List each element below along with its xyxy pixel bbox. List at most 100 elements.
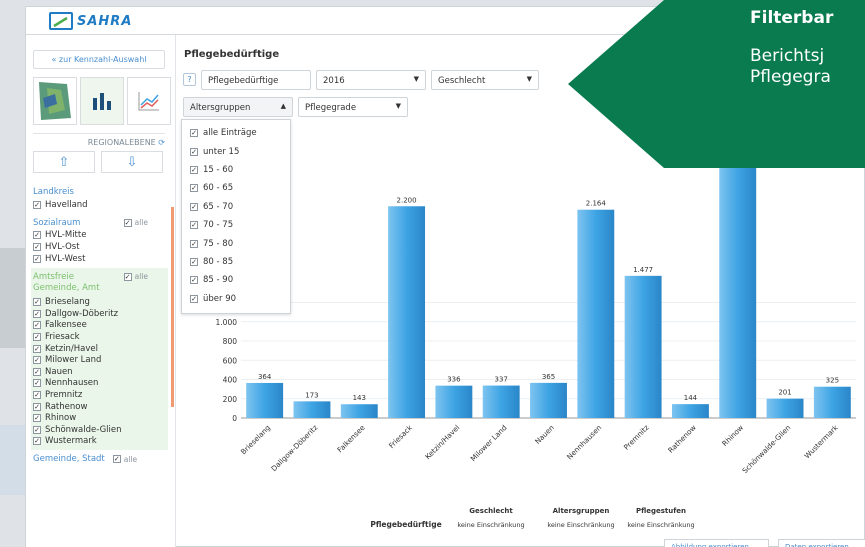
list-item[interactable]: ✓ Ketzin/Havel (31, 343, 168, 355)
dropdown-item[interactable]: ✓ alle Einträge (182, 124, 290, 142)
list-item[interactable]: ✓ Milower Land (31, 354, 168, 366)
refresh-icon[interactable]: ⟳ (158, 138, 165, 147)
bar (530, 382, 567, 418)
gender-select[interactable]: Geschlecht ▼ (431, 70, 539, 90)
checkbox[interactable]: ✓ (190, 257, 198, 266)
background-panel (0, 425, 25, 495)
dropdown-item[interactable]: ✓ 75 - 80 (182, 234, 290, 252)
y-tick-label: 800 (223, 337, 238, 346)
footer-value: keine Einschränkung (547, 521, 614, 529)
dropdown-item[interactable]: ✓ 60 - 65 (182, 179, 290, 197)
bar-value-label: 2.200 (397, 196, 417, 204)
indicator-select[interactable]: Pflegebedürftige (201, 70, 311, 90)
list-item[interactable]: ✓ Schönwalde-Glien (31, 424, 168, 436)
checkbox[interactable]: ✓ (33, 425, 41, 434)
checkbox[interactable]: ✓ (190, 184, 198, 193)
bar-value-label: 143 (353, 394, 366, 402)
y-tick-label: 600 (223, 356, 238, 365)
select-all-toggle[interactable]: ✓ alle (123, 272, 148, 281)
dropdown-item[interactable]: ✓ 85 - 90 (182, 271, 290, 289)
checkbox[interactable]: ✓ (33, 332, 41, 341)
landkreis-title: Landkreis (33, 187, 74, 197)
list-item[interactable]: ✓ HVL-West (31, 253, 168, 265)
checkbox[interactable]: ✓ (33, 356, 41, 365)
map-view-button[interactable] (33, 77, 77, 125)
list-item[interactable]: ✓ Brieselang (31, 296, 168, 308)
checkbox[interactable]: ✓ (33, 231, 41, 240)
list-item[interactable]: ✓ Havelland (31, 199, 168, 211)
year-select[interactable]: 2016 ▼ (316, 70, 426, 90)
checkbox[interactable]: ✓ (190, 294, 198, 303)
help-button[interactable]: ? (183, 73, 196, 86)
list-item[interactable]: ✓ Nennhausen (31, 378, 168, 390)
checkbox[interactable]: ✓ (33, 200, 41, 209)
item-label: Nennhausen (45, 378, 99, 389)
dropdown-item[interactable]: ✓ unter 15 (182, 142, 290, 160)
list-item[interactable]: ✓ Dallgow-Döberitz (31, 308, 168, 320)
checkbox[interactable]: ✓ (33, 402, 41, 411)
line-chart-view-button[interactable] (127, 77, 171, 125)
checkbox[interactable]: ✓ (33, 242, 41, 251)
level-arrows: ⇧ ⇩ (33, 151, 163, 173)
level-up-button[interactable]: ⇧ (33, 151, 95, 173)
dropdown-item[interactable]: ✓ 65 - 70 (182, 198, 290, 216)
checkbox[interactable]: ✓ (190, 147, 198, 156)
checkbox[interactable]: ✓ (33, 309, 41, 318)
view-switcher (33, 77, 171, 125)
item-label: Havelland (45, 199, 88, 210)
export-data-button[interactable]: Daten exportieren (778, 539, 865, 547)
checkbox[interactable]: ✓ (33, 254, 41, 263)
list-item[interactable]: ✓ Friesack (31, 331, 168, 343)
bar-value-label: 2.164 (586, 200, 607, 208)
checkbox[interactable]: ✓ (33, 390, 41, 399)
footer-value: Pflegebedürftige (370, 520, 441, 529)
item-label: Brieselang (45, 297, 90, 308)
bar-chart-view-button[interactable] (80, 77, 124, 125)
callout-line: Pflegegra (750, 67, 831, 87)
bar (766, 398, 804, 418)
item-label: Falkensee (45, 320, 87, 331)
back-to-indicator-link[interactable]: « zur Kennzahl-Auswahl (33, 50, 165, 69)
footer-value: keine Einschränkung (457, 521, 524, 529)
checkbox[interactable]: ✓ (190, 129, 198, 138)
list-item[interactable]: ✓ Rhinow (31, 412, 168, 424)
list-item[interactable]: ✓ HVL-Ost (31, 241, 168, 253)
checkbox[interactable]: ✓ (190, 221, 198, 230)
scroll-indicator[interactable] (171, 207, 174, 407)
checkbox[interactable]: ✓ (190, 165, 198, 174)
dropdown-item[interactable]: ✓ über 90 (182, 290, 290, 308)
page-title: Pflegebedürftige (184, 49, 280, 60)
logo-text: SAHRA (77, 13, 133, 29)
dropdown-item-label: 65 - 70 (203, 201, 234, 212)
checkbox[interactable]: ✓ (190, 239, 198, 248)
checkbox[interactable]: ✓ (33, 298, 41, 307)
x-tick-label: Wustermark (802, 422, 840, 460)
checkbox[interactable]: ✓ (190, 276, 198, 285)
list-item[interactable]: ✓ Wustermark (31, 436, 168, 448)
level-down-button[interactable]: ⇩ (101, 151, 163, 173)
list-item[interactable]: ✓ Falkensee (31, 320, 168, 332)
checkbox[interactable]: ✓ (33, 437, 41, 446)
dropdown-item[interactable]: ✓ 15 - 60 (182, 161, 290, 179)
landkreis-header: Landkreis (31, 183, 168, 199)
list-item[interactable]: ✓ Premnitz (31, 389, 168, 401)
checkbox[interactable]: ✓ (33, 367, 41, 376)
checkbox[interactable]: ✓ (33, 379, 41, 388)
select-all-toggle[interactable]: ✓ alle (112, 454, 137, 464)
export-chart-button[interactable]: Abbildung exportieren (664, 539, 769, 547)
callout-title: Filterbar (750, 8, 834, 28)
list-item[interactable]: ✓ HVL-Mitte (31, 230, 168, 242)
bar-value-label: 364 (258, 373, 272, 381)
dropdown-item[interactable]: ✓ 80 - 85 (182, 253, 290, 271)
select-all-toggle[interactable]: ✓ alle (123, 218, 148, 228)
logo[interactable]: SAHRA (49, 12, 132, 30)
checkbox[interactable]: ✓ (190, 202, 198, 211)
sidebar: « zur Kennzahl-Auswahl REGIONALEBENE ⟳ ⇧… (26, 35, 176, 547)
checkbox[interactable]: ✓ (33, 344, 41, 353)
list-item[interactable]: ✓ Rathenow (31, 401, 168, 413)
checkbox[interactable]: ✓ (33, 414, 41, 423)
checkbox[interactable]: ✓ (33, 321, 41, 330)
list-item[interactable]: ✓ Nauen (31, 366, 168, 378)
bar (813, 386, 851, 418)
dropdown-item[interactable]: ✓ 70 - 75 (182, 216, 290, 234)
